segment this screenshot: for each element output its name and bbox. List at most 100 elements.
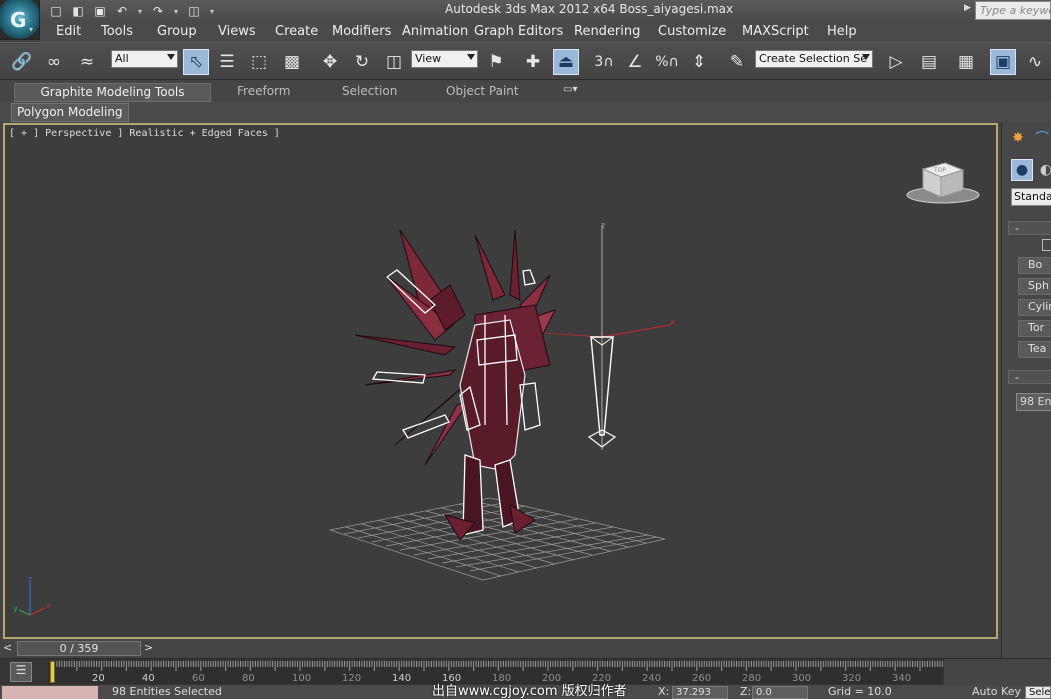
menu-group[interactable]: Group [157,24,197,39]
main-toolbar: 🔗 ∞ ≈ All ⬁ ☰ ⬚ ▩ ✥ ↻ ◫ View ⚑ ✚ ⏏ 3 ∩ ∠ … [0,42,1051,80]
next-frame-button[interactable]: > [144,641,156,656]
search-input[interactable]: Type a keyword [975,1,1051,20]
menu-rendering[interactable]: Rendering [574,24,640,39]
shapes-icon[interactable]: ◐ [1035,159,1051,181]
tick-label: 20 [92,673,105,684]
menu-edit[interactable]: Edit [56,24,81,39]
modify-panel-icon[interactable]: ⌒ [1031,127,1051,149]
tick-label: 40 [142,673,155,684]
select-manipulate-icon[interactable]: ✚ [520,49,546,75]
sphere-button[interactable]: Sph [1018,278,1051,295]
character-model[interactable] [354,229,556,541]
create-panel-icon[interactable]: ✸ [1007,127,1029,149]
chevron-down-icon [862,54,870,60]
time-slider[interactable]: < 0 / 359 > [0,640,1001,658]
tab-selection[interactable]: Selection [342,84,397,98]
rotate-icon[interactable]: ↻ [349,49,375,75]
curve-editor-icon[interactable]: ∿ [1022,49,1048,75]
project-icon[interactable]: ◫ [186,3,202,19]
mirror-icon[interactable]: ▷ [883,49,909,75]
chevron-down-icon[interactable]: ▾ [172,3,180,19]
link-icon[interactable]: 🔗 [9,49,35,75]
grid-size-text: Grid = 10.0 [828,685,892,698]
torus-button[interactable]: Tor [1018,320,1051,337]
redo-icon[interactable]: ↷ [150,3,166,19]
axis-tripod: z x y [13,575,51,616]
rectangular-selection-icon[interactable]: ⬚ [246,49,272,75]
cylinder-button[interactable]: Cylin [1018,299,1051,316]
quick-access-toolbar: □ ◧ ▣ ↶ ▾ ↷ ▾ ◫ ▾ [48,2,216,20]
category-dropdown[interactable]: Standar [1011,188,1051,206]
select-object-icon[interactable]: ⬁ [183,49,209,75]
unlink-icon[interactable]: ∞ [41,49,67,75]
graphite-toggle-icon[interactable]: ▣ [990,49,1016,75]
box-button[interactable]: Bo [1018,257,1051,274]
menu-create[interactable]: Create [275,24,318,39]
ribbon-options-icon[interactable]: ▭▾ [563,84,589,98]
previous-frame-button[interactable]: < [3,641,17,656]
viewport-label-menu[interactable]: [ + ] Perspective ] Realistic + Edged Fa… [9,128,280,139]
geometry-icon[interactable]: ● [1011,159,1033,181]
viewcube-face-label: TOP [933,167,946,174]
object-name-field[interactable]: 98 Enti [1016,393,1051,411]
edit-named-selection-icon[interactable]: ✎ [724,49,750,75]
bone-gizmo[interactable]: x z [544,221,676,450]
chevron-down-icon [467,54,475,60]
bind-space-warp-icon[interactable]: ≈ [74,49,100,75]
menu-graph-editors[interactable]: Graph Editors [474,24,563,39]
select-by-name-icon[interactable]: ☰ [214,49,240,75]
spinner-snap-icon[interactable]: ⇕ [686,49,712,75]
snaps-toggle-icon[interactable]: 3 ∩ [591,49,617,75]
selection-filter-dropdown[interactable]: All [111,50,178,68]
auto-key-button[interactable]: Auto Key [972,685,1021,698]
undo-icon[interactable]: ↶ [114,3,130,19]
tick-label: 280 [742,673,762,684]
menu-modifiers[interactable]: Modifiers [332,24,391,39]
name-color-rollout[interactable]: - [1008,370,1051,384]
tab-object-paint[interactable]: Object Paint [446,84,519,98]
reference-coordinate-dropdown[interactable]: View [411,50,478,68]
menu-views[interactable]: Views [218,24,256,39]
tick-label: 140 [392,673,412,684]
named-selection-dropdown[interactable]: Create Selection Se [755,50,873,68]
move-icon[interactable]: ✥ [317,49,343,75]
save-icon[interactable]: ▣ [92,3,108,19]
play-arrow-icon[interactable]: ▶ [964,3,971,13]
menu-animation[interactable]: Animation [402,24,468,39]
new-icon[interactable]: □ [48,3,64,19]
scale-icon[interactable]: ◫ [381,49,407,75]
layer-manager-icon[interactable]: ▦ [953,49,979,75]
menu-customize[interactable]: Customize [658,24,726,39]
percent-snap-icon[interactable]: % ∩ [654,49,680,75]
chevron-down-icon[interactable]: ▾ [208,3,216,19]
pivot-center-icon[interactable]: ⚑ [483,49,509,75]
selection-status-text: 98 Entities Selected [112,685,222,698]
mini-curve-editor-icon[interactable]: ☰ [10,662,32,682]
z-coordinate-field[interactable]: 0.0 [752,686,808,699]
ribbon-panel: Polygon Modeling [0,102,1051,122]
menu-tools[interactable]: Tools [101,24,133,39]
perspective-viewport[interactable]: x z TOP z x y [ + ] Perspective ] Realis… [3,123,998,639]
teapot-button[interactable]: Tea [1018,341,1051,358]
autogrid-checkbox[interactable] [1042,239,1051,251]
current-frame-marker[interactable] [50,661,55,683]
maxscript-listener-mini[interactable] [2,686,98,699]
align-icon[interactable]: ▤ [916,49,942,75]
x-coordinate-label: X: [658,685,670,698]
x-coordinate-field[interactable]: 37.293 [672,686,728,699]
menu-maxscript[interactable]: MAXScript [742,24,809,39]
set-key-filter-dropdown[interactable]: Selec [1025,686,1051,699]
tab-graphite-modeling-tools[interactable]: Graphite Modeling Tools [14,83,211,102]
time-slider-thumb[interactable]: 0 / 359 [17,641,141,656]
menu-help[interactable]: Help [827,24,857,39]
angle-snap-icon[interactable]: ∠ [622,49,648,75]
chevron-down-icon[interactable]: ▾ [136,3,144,19]
window-crossing-icon[interactable]: ▩ [279,49,305,75]
keyboard-shortcut-override-icon[interactable]: ⏏ [553,49,579,75]
viewcube[interactable]: TOP [906,162,980,204]
app-menu-button[interactable]: G ▾ [0,0,40,40]
object-type-rollout[interactable]: - [1008,221,1051,235]
open-icon[interactable]: ◧ [70,3,86,19]
polygon-modeling-panel[interactable]: Polygon Modeling [11,103,129,122]
tab-freeform[interactable]: Freeform [237,84,290,98]
